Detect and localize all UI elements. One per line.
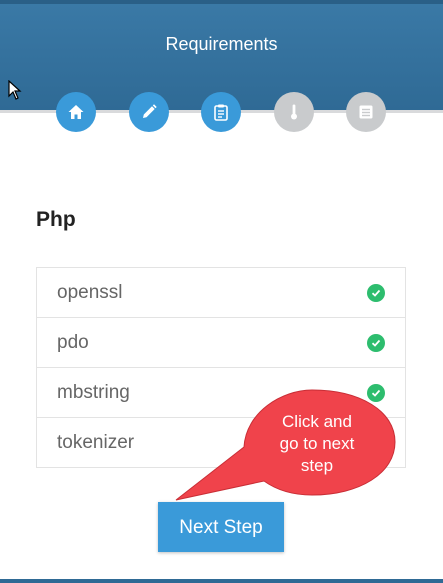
thermometer-icon	[291, 104, 297, 120]
footer-divider	[0, 579, 443, 583]
step-permissions[interactable]	[274, 92, 314, 132]
step-edit[interactable]	[129, 92, 169, 132]
mouse-cursor-icon	[8, 79, 22, 105]
list-icon	[359, 105, 373, 119]
page-title: Requirements	[165, 34, 278, 54]
requirement-name: pdo	[57, 332, 89, 353]
next-step-button[interactable]: Next Step	[158, 502, 284, 552]
check-icon	[367, 334, 385, 352]
requirement-name: openssl	[57, 282, 123, 303]
step-requirements[interactable]	[201, 92, 241, 132]
callout-text: Click and go to next step	[279, 412, 355, 475]
list-item: pdo	[37, 318, 405, 368]
step-environment[interactable]	[346, 92, 386, 132]
requirement-name: tokenizer	[57, 432, 135, 453]
pencil-icon	[143, 104, 157, 118]
step-home[interactable]	[56, 92, 96, 132]
requirement-name: mbstring	[57, 382, 130, 403]
clipboard-icon	[214, 104, 228, 121]
section-title: Php	[36, 208, 76, 231]
home-icon	[68, 105, 84, 119]
check-icon	[367, 284, 385, 302]
list-item: openssl	[37, 268, 405, 318]
